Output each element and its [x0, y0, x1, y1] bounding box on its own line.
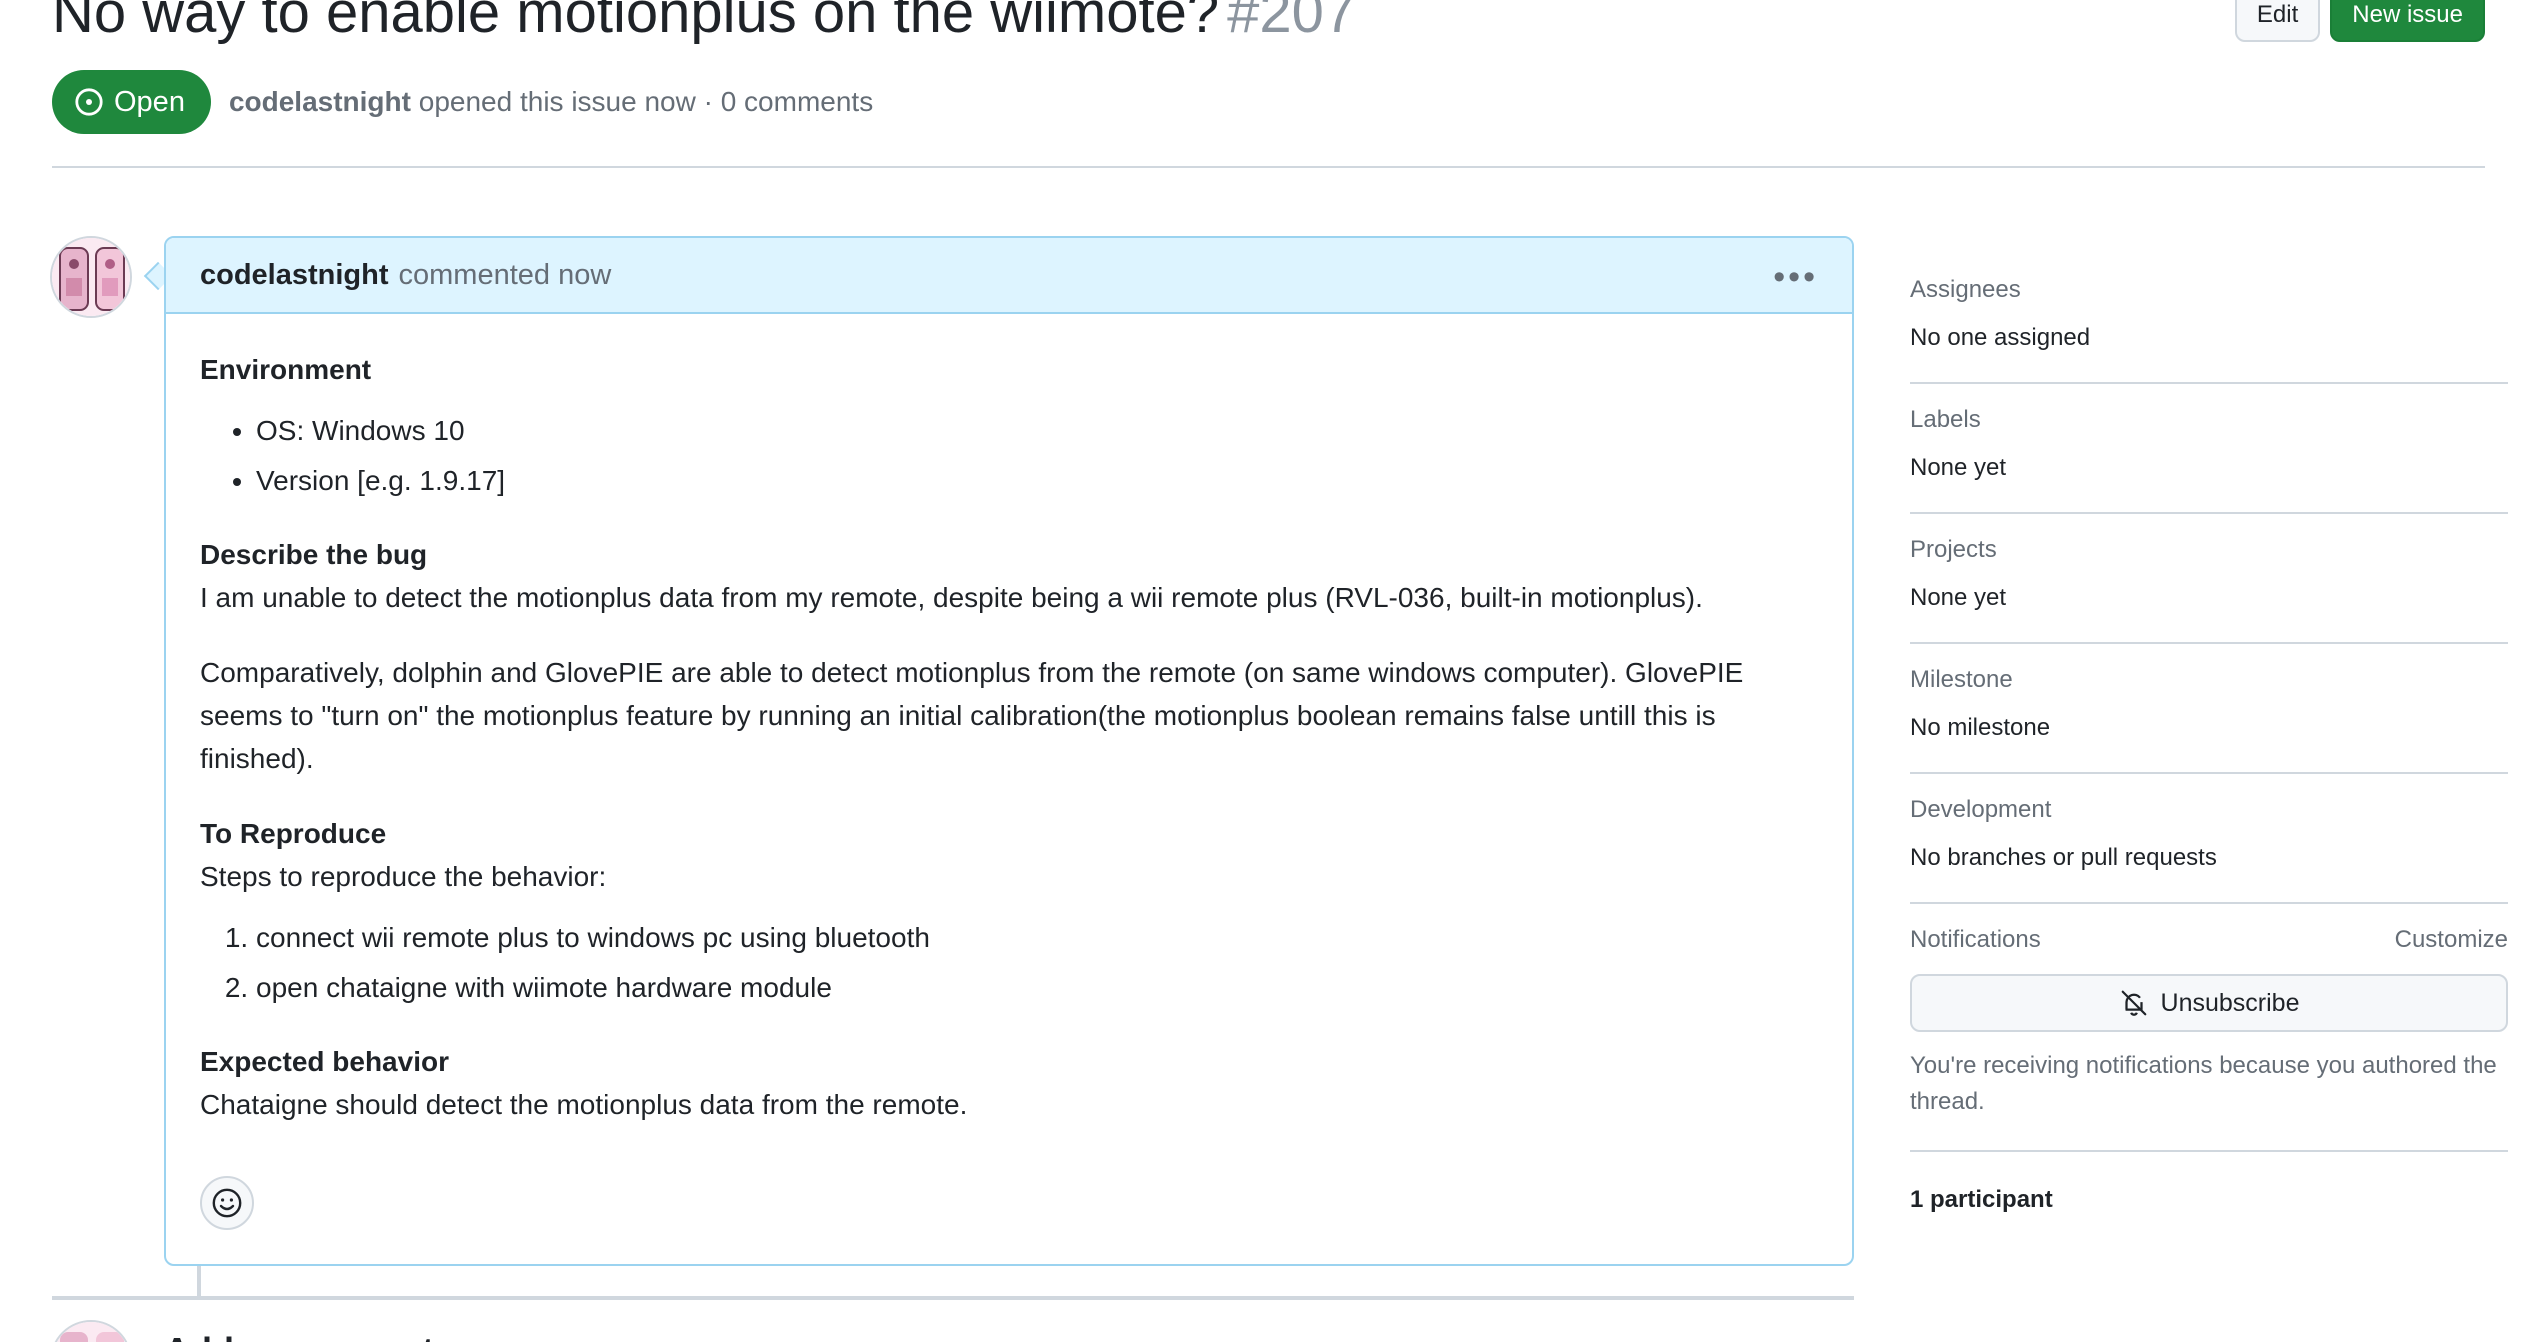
new-issue-button[interactable]: New issue	[2330, 0, 2485, 42]
sidebar-development: Development No branches or pull requests	[1910, 774, 2508, 904]
issue-author-link[interactable]: codelastnight	[229, 86, 411, 117]
reproduce-intro: Steps to reproduce the behavior:	[200, 861, 607, 892]
comparison-paragraph: Comparatively, dolphin and GlovePIE are …	[200, 657, 1744, 774]
issue-opened-icon	[75, 88, 103, 116]
bug-description: I am unable to detect the motionplus dat…	[200, 582, 1703, 613]
avatar-image	[52, 1322, 130, 1342]
projects-value: None yet	[1910, 584, 2007, 611]
avatar-image	[52, 238, 130, 316]
notifications-heading: Notifications Customize	[1910, 926, 2508, 954]
state-label: Open	[114, 85, 185, 118]
timeline-line	[197, 1266, 201, 1296]
projects-heading-label: Projects	[1910, 536, 1997, 563]
notifications-note: You're receiving notifications because y…	[1910, 1052, 2497, 1115]
header-actions: Edit New issue	[2234, 0, 2485, 42]
add-comment-avatar	[50, 1320, 132, 1342]
assignees-heading-label: Assignees	[1910, 276, 2021, 303]
bug-heading: Describe the bug	[200, 539, 428, 570]
open-state-badge: Open	[52, 70, 211, 134]
list-item: connect wii remote plus to windows pc us…	[256, 916, 1818, 960]
list-item: open chataigne with wiimote hardware mod…	[256, 966, 1818, 1010]
assignees-heading[interactable]: Assignees	[1910, 276, 2508, 304]
labels-value: None yet	[1910, 454, 2007, 481]
issue-page: No way to enable motionplus on the wiimo…	[0, 0, 2530, 1342]
development-heading-label: Development	[1910, 796, 2052, 823]
projects-heading[interactable]: Projects	[1910, 536, 2508, 564]
environment-heading: Environment	[200, 354, 372, 385]
bell-slash-icon	[2121, 990, 2146, 1016]
milestone-value: No milestone	[1910, 714, 2051, 741]
timeline-divider	[52, 1296, 1854, 1300]
labels-heading-label: Labels	[1910, 406, 1981, 433]
author-avatar[interactable]	[50, 236, 132, 318]
development-value: No branches or pull requests	[1910, 844, 2217, 871]
issue-sidebar: Assignees No one assigned Labels None ye…	[1910, 250, 2508, 1214]
issue-state-row: Open codelastnight opened this issue now…	[52, 70, 873, 134]
reproduce-steps: connect wii remote plus to windows pc us…	[256, 916, 1818, 1010]
comment-header: codelastnight commented now •••	[166, 238, 1852, 314]
expected-heading: Expected behavior	[200, 1046, 449, 1077]
development-heading[interactable]: Development	[1910, 796, 2508, 824]
sidebar-assignees: Assignees No one assigned	[1910, 250, 2508, 384]
add-reaction-button[interactable]	[200, 1176, 254, 1230]
comment-body: Environment OS: Windows 10 Version [e.g.…	[166, 314, 1852, 1126]
notifications-heading-label: Notifications	[1910, 926, 2041, 953]
comment-options-icon[interactable]: •••	[1773, 258, 1818, 297]
labels-heading[interactable]: Labels	[1910, 406, 2508, 434]
assignees-value: No one assigned	[1910, 324, 2091, 351]
edit-button[interactable]: Edit	[2234, 0, 2321, 42]
issue-meta-text: opened this issue now · 0 comments	[418, 86, 874, 117]
smiley-icon	[212, 1188, 242, 1218]
issue-title-text: No way to enable motionplus on the wiimo…	[52, 0, 1220, 45]
issue-number: #207	[1227, 0, 1357, 45]
reproduce-heading: To Reproduce	[200, 818, 387, 849]
sidebar-notifications: Notifications Customize Unsubscribe You'…	[1910, 904, 2508, 1152]
add-comment-heading: Add a comment	[164, 1330, 434, 1342]
comment-timestamp[interactable]: commented now	[399, 259, 612, 292]
header-divider	[52, 166, 2485, 168]
issue-title: No way to enable motionplus on the wiimo…	[52, 0, 1356, 48]
comment-author-link[interactable]: codelastnight	[200, 259, 389, 292]
expected-text: Chataigne should detect the motionplus d…	[200, 1089, 968, 1120]
list-item: Version [e.g. 1.9.17]	[256, 459, 1818, 503]
issue-comment: codelastnight commented now ••• Environm…	[164, 236, 1854, 1266]
unsubscribe-label: Unsubscribe	[2160, 988, 2300, 1017]
participants-count: 1 participant	[1910, 1186, 2053, 1213]
sidebar-milestone: Milestone No milestone	[1910, 644, 2508, 774]
unsubscribe-button[interactable]: Unsubscribe	[1910, 974, 2508, 1032]
customize-link[interactable]: Customize	[2395, 926, 2508, 954]
issue-meta: codelastnight opened this issue now · 0 …	[229, 86, 873, 118]
environment-list: OS: Windows 10 Version [e.g. 1.9.17]	[256, 409, 1818, 503]
milestone-heading-label: Milestone	[1910, 666, 2013, 693]
sidebar-projects: Projects None yet	[1910, 514, 2508, 644]
list-item: OS: Windows 10	[256, 409, 1818, 453]
sidebar-labels: Labels None yet	[1910, 384, 2508, 514]
milestone-heading[interactable]: Milestone	[1910, 666, 2508, 694]
